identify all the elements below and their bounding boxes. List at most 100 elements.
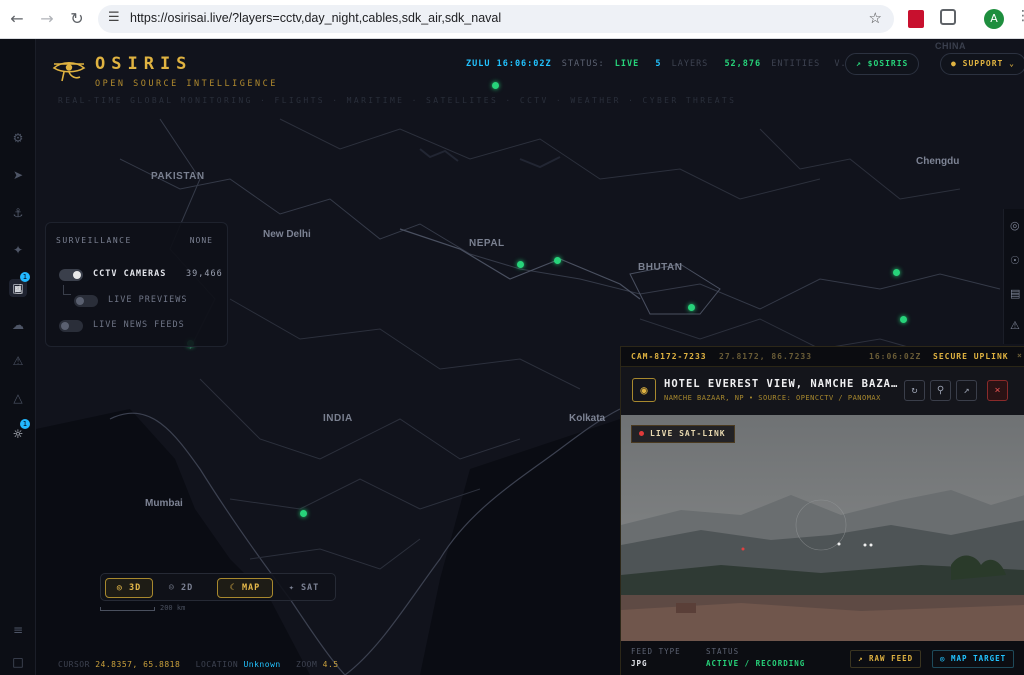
- map-label-new-delhi: New Delhi: [263, 229, 311, 240]
- satellite-icon[interactable]: ✦: [9, 241, 27, 259]
- view-2d-label: 2D: [181, 583, 194, 593]
- live-news-feeds-toggle[interactable]: [59, 320, 83, 332]
- feed-type-value: JPG: [631, 659, 648, 668]
- person-icon: ☺: [168, 583, 181, 593]
- warning-icon[interactable]: ⚠: [9, 352, 27, 370]
- status-value: ACTIVE / RECORDING: [706, 659, 806, 668]
- surveillance-title: SURVEILLANCE: [56, 236, 132, 245]
- zoom-value: 4.5: [322, 660, 339, 669]
- live-previews-label: LIVE PREVIEWS: [108, 295, 188, 305]
- cctv-panel-topbar: CAM-8172-7233 27.8172, 86.7233 16:06:02Z…: [621, 347, 1024, 367]
- moon-icon: ☾: [229, 583, 242, 593]
- camera-icon: ◉: [632, 378, 656, 402]
- eye-of-horus-logo: [52, 61, 86, 82]
- view-2d-button[interactable]: ☺ 2D: [159, 578, 203, 598]
- extensions-puzzle-icon[interactable]: [940, 9, 956, 25]
- view-3d-label: 3D: [129, 583, 142, 593]
- camera-title: HOTEL EVEREST VIEW, NAMCHE BAZA…: [664, 378, 899, 390]
- pdf-extension-icon[interactable]: [908, 10, 924, 28]
- left-sidebar: ⚙ ➤ ⚓ ✦ ▣ 1 ☁ ⚠ △ ☼ 1 ≡ □: [0, 39, 36, 675]
- cctv-marker[interactable]: [517, 261, 524, 268]
- sat-style-button[interactable]: ✦ SAT: [279, 578, 329, 598]
- cctv-cameras-toggle[interactable]: [59, 269, 83, 281]
- raw-feed-button[interactable]: ↗ RAW FEED: [850, 650, 922, 668]
- cctv-cameras-label: CCTV CAMERAS: [93, 269, 167, 279]
- live-badge-label: LIVE SAT-LINK: [650, 429, 726, 438]
- reload-icon[interactable]: ↻: [66, 8, 88, 30]
- support-button[interactable]: ● SUPPORT ⌄: [940, 53, 1024, 75]
- recording-dot-icon: [639, 431, 644, 436]
- map-target-label: MAP TARGET: [951, 654, 1007, 663]
- cctv-marker[interactable]: [492, 82, 499, 89]
- status-label: STATUS: [706, 647, 740, 656]
- sliders-icon[interactable]: ≡: [9, 621, 27, 639]
- dot-icon: ●: [951, 59, 963, 68]
- ship-icon[interactable]: ⚓: [9, 204, 27, 222]
- sat-style-label: SAT: [300, 583, 320, 593]
- cctv-cameras-count: 39,466: [186, 269, 223, 279]
- live-previews-toggle[interactable]: [74, 295, 98, 307]
- osiris-app: PAKISTAN New Delhi NEPAL BHUTAN INDIA Ko…: [0, 39, 1024, 675]
- view-3d-button[interactable]: ◎ 3D: [105, 578, 153, 598]
- zulu-time: ZULU 16:06:02Z: [466, 59, 552, 69]
- location-pin-icon[interactable]: ⚲: [930, 380, 951, 401]
- location-label: LOCATION: [195, 660, 239, 669]
- camera-subtitle: NAMCHE BAZAAR, NP • SOURCE: OPENCCTV / P…: [664, 394, 881, 402]
- settings-badge: 1: [20, 419, 30, 429]
- layers-count: 5: [655, 59, 662, 69]
- map-label-mumbai: Mumbai: [145, 498, 183, 509]
- status-label: STATUS:: [561, 59, 605, 69]
- map-label-pakistan: PAKISTAN: [151, 171, 205, 182]
- broadcast-icon[interactable]: ☉: [1010, 254, 1020, 267]
- brand-title: OSIRIS: [95, 54, 193, 74]
- cctv-marker[interactable]: [900, 316, 907, 323]
- support-button-label: SUPPORT: [962, 59, 1004, 68]
- live-sat-link-badge: LIVE SAT-LINK: [631, 425, 735, 443]
- token-button-label: $OSIRIS: [867, 59, 909, 68]
- map-style-button[interactable]: ☾ MAP: [217, 578, 273, 598]
- view-mode-controls: ◎ 3D ☺ 2D ☾ MAP ✦ SAT: [100, 573, 336, 601]
- secure-uplink-label: SECURE UPLINK: [933, 352, 1009, 361]
- refresh-icon[interactable]: ↻: [904, 380, 925, 401]
- target-icon: ◎: [940, 654, 952, 663]
- osiris-token-button[interactable]: ↗ $OSIRIS: [845, 53, 920, 75]
- close-small-icon[interactable]: ×: [1017, 351, 1023, 360]
- alert-icon[interactable]: ⚠: [1010, 319, 1020, 332]
- expand-icon[interactable]: ↗: [956, 380, 977, 401]
- scale-label: 200 km: [160, 604, 186, 612]
- right-toolbar: ◎ ☉ ▤ ⚠: [1003, 209, 1024, 344]
- cursor-value: 24.8357, 65.8818: [95, 660, 181, 669]
- cloud-icon[interactable]: ☁: [9, 316, 27, 334]
- bar-chart-icon[interactable]: ▤: [1010, 287, 1020, 300]
- forward-icon[interactable]: →: [36, 8, 58, 30]
- bookmark-star-icon[interactable]: ☆: [869, 9, 882, 27]
- camera-time: 16:06:02Z: [869, 352, 922, 361]
- site-settings-icon[interactable]: ☰: [108, 10, 120, 25]
- profile-avatar[interactable]: A: [984, 9, 1004, 29]
- map-label-chengdu: Chengdu: [916, 156, 960, 167]
- url-text[interactable]: https://osirisai.live/?layers=cctv,day_n…: [130, 11, 501, 25]
- map-label-nepal: NEPAL: [469, 238, 505, 249]
- cctv-marker[interactable]: [554, 257, 561, 264]
- cctv-marker[interactable]: [300, 510, 307, 517]
- back-icon[interactable]: ←: [6, 8, 28, 30]
- entities-count: 52,876: [724, 59, 762, 69]
- hierarchy-icon[interactable]: △: [9, 389, 27, 407]
- browser-menu-icon[interactable]: ⋮: [1016, 8, 1024, 24]
- cctv-live-image[interactable]: LIVE SAT-LINK: [621, 415, 1024, 641]
- cctv-marker[interactable]: [688, 304, 695, 311]
- map-label-bhutan: BHUTAN: [638, 262, 683, 273]
- close-icon[interactable]: ×: [987, 380, 1008, 401]
- surveillance-none-button[interactable]: NONE: [190, 236, 213, 245]
- radar-icon[interactable]: ◎: [1010, 219, 1020, 232]
- network-icon[interactable]: ⚙: [9, 129, 27, 147]
- address-bar[interactable]: ☰ https://osirisai.live/?layers=cctv,day…: [98, 5, 894, 33]
- map-style-label: MAP: [241, 583, 261, 593]
- brand-subtitle: OPEN SOURCE INTELLIGENCE: [95, 79, 278, 89]
- map-target-button[interactable]: ◎ MAP TARGET: [932, 650, 1015, 668]
- plane-icon[interactable]: ➤: [9, 166, 27, 184]
- mountain-scene: [621, 415, 1024, 641]
- lock-icon[interactable]: □: [9, 653, 27, 671]
- external-link-icon: ↗: [858, 654, 870, 663]
- cctv-marker[interactable]: [893, 269, 900, 276]
